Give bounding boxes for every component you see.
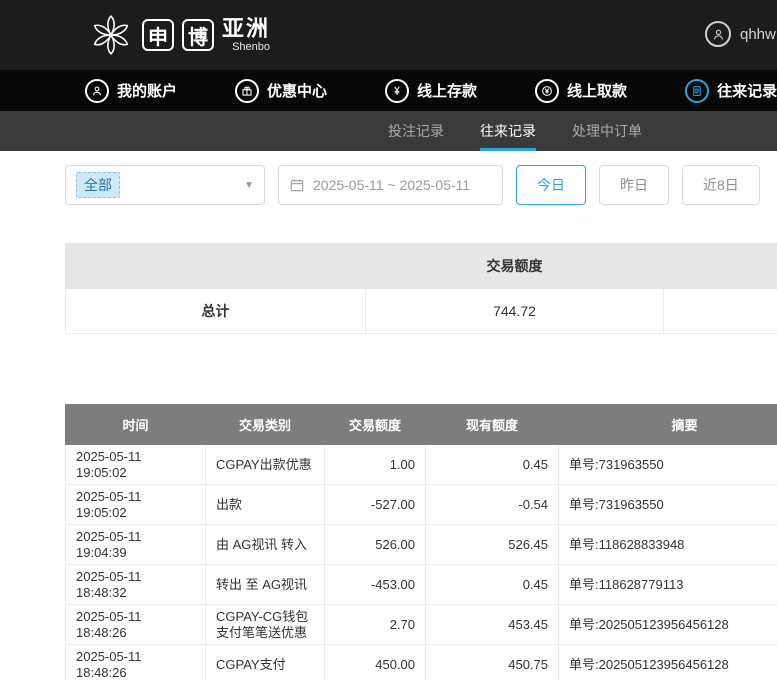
cell-memo: 单号:202505123956456128	[559, 645, 777, 680]
chevron-down-icon: ▼	[244, 180, 254, 191]
last-8-days-button[interactable]: 近8日	[682, 165, 760, 205]
filter-bar: 全部 ▼ 2025-05-11 ~ 2025-05-11 今日 昨日 近8日	[65, 165, 777, 205]
withdraw-coin-icon	[535, 79, 559, 103]
col-time: 时间	[66, 405, 206, 445]
calendar-icon	[289, 177, 305, 193]
cell-time: 2025-05-11 19:05:02	[66, 445, 206, 485]
tab-transaction-records[interactable]: 往来记录	[480, 111, 536, 151]
records-table: 时间 交易类别 交易额度 现有额度 摘要 2025-05-11 19:05:02…	[65, 404, 777, 680]
summary-header-amount: 交易额度	[366, 244, 664, 289]
deposit-coin-icon	[385, 79, 409, 103]
cell-type: CGPAY支付	[206, 645, 325, 680]
nav-label: 优惠中心	[267, 80, 327, 101]
date-range-value: 2025-05-11 ~ 2025-05-11	[313, 177, 470, 193]
brand-char-1: 申	[142, 19, 174, 51]
brand-logo[interactable]: 申 博 亚洲 Shenbo	[88, 12, 270, 58]
nav-label: 线上取款	[567, 80, 627, 101]
cell-amount: 450.00	[325, 645, 426, 680]
nav-label: 往来记录	[717, 80, 777, 101]
cell-amount: -527.00	[325, 485, 426, 525]
cell-amount: 2.70	[325, 605, 426, 645]
summary-header-spacer	[664, 244, 777, 289]
record-tabs: 投注记录 往来记录 处理中订单	[0, 111, 777, 151]
cell-type: 出款	[206, 485, 325, 525]
records-header-row: 时间 交易类别 交易额度 现有额度 摘要	[66, 405, 777, 445]
summary-total-label: 总计	[66, 289, 366, 334]
cell-time: 2025-05-11 19:04:39	[66, 525, 206, 565]
nav-item-online-deposit[interactable]: 线上存款	[385, 79, 477, 103]
cell-time: 2025-05-11 18:48:26	[66, 645, 206, 680]
cell-balance: -0.54	[426, 485, 559, 525]
cell-memo: 单号:118628833948	[559, 525, 777, 565]
type-filter-value: 全部	[76, 172, 120, 198]
cell-type: CGPAY-CG钱包支付笔笔送优惠	[206, 605, 325, 645]
table-row: 2025-05-11 19:04:39 由 AG视讯 转入 526.00 526…	[66, 525, 777, 565]
records-document-icon	[685, 79, 709, 103]
col-type: 交易类别	[206, 405, 325, 445]
nav-item-promo-center[interactable]: 优惠中心	[235, 79, 327, 103]
nav-item-my-account[interactable]: 我的账户	[85, 79, 177, 103]
cell-time: 2025-05-11 18:48:26	[66, 605, 206, 645]
summary-empty-cell	[664, 289, 777, 334]
cell-type: CGPAY出款优惠	[206, 445, 325, 485]
type-filter-dropdown[interactable]: 全部 ▼	[65, 165, 265, 205]
tab-processing-orders[interactable]: 处理中订单	[572, 111, 642, 151]
person-icon	[85, 79, 109, 103]
cell-memo: 单号:731963550	[559, 445, 777, 485]
tab-betting-records[interactable]: 投注记录	[388, 111, 444, 151]
brand-subtitle: Shenbo	[232, 42, 270, 53]
col-balance: 现有额度	[426, 405, 559, 445]
yesterday-button[interactable]: 昨日	[599, 165, 669, 205]
page: 申 博 亚洲 Shenbo qhhw 我的账户 优惠中心	[0, 0, 777, 680]
nav-label: 线上存款	[417, 80, 477, 101]
username-text: qhhw	[740, 26, 776, 43]
cell-time: 2025-05-11 19:05:02	[66, 485, 206, 525]
brand-region: 亚洲	[222, 18, 270, 40]
summary-header-row: 交易额度	[66, 244, 777, 289]
user-avatar-icon	[705, 21, 731, 47]
cell-amount: 526.00	[325, 525, 426, 565]
main-nav: 我的账户 优惠中心 线上存款 线上取款 往来记录	[0, 70, 777, 111]
table-row: 2025-05-11 18:48:26 CGPAY支付 450.00 450.7…	[66, 645, 777, 680]
cell-balance: 0.45	[426, 445, 559, 485]
today-button[interactable]: 今日	[516, 165, 586, 205]
cell-memo: 单号:202505123956456128	[559, 605, 777, 645]
cell-balance: 0.45	[426, 565, 559, 605]
cell-balance: 450.75	[426, 645, 559, 680]
summary-header-spacer	[66, 244, 366, 289]
summary-table: 交易额度 总计 744.72	[65, 243, 777, 334]
cell-type: 由 AG视讯 转入	[206, 525, 325, 565]
cell-amount: -453.00	[325, 565, 426, 605]
nav-label: 我的账户	[117, 80, 177, 101]
nav-item-transaction-records[interactable]: 往来记录	[685, 79, 777, 103]
table-row: 2025-05-11 18:48:26 CGPAY-CG钱包支付笔笔送优惠 2.…	[66, 605, 777, 645]
top-header: 申 博 亚洲 Shenbo qhhw	[0, 0, 777, 70]
cell-time: 2025-05-11 18:48:32	[66, 565, 206, 605]
col-amount: 交易额度	[325, 405, 426, 445]
gift-icon	[235, 79, 259, 103]
cell-amount: 1.00	[325, 445, 426, 485]
date-range-input[interactable]: 2025-05-11 ~ 2025-05-11	[278, 165, 503, 205]
cell-balance: 453.45	[426, 605, 559, 645]
table-row: 2025-05-11 19:05:02 CGPAY出款优惠 1.00 0.45 …	[66, 445, 777, 485]
cell-type: 转出 至 AG视讯	[206, 565, 325, 605]
cell-memo: 单号:118628779113	[559, 565, 777, 605]
user-account[interactable]: qhhw	[705, 21, 776, 47]
cell-balance: 526.45	[426, 525, 559, 565]
table-row: 2025-05-11 19:05:02 出款 -527.00 -0.54 单号:…	[66, 485, 777, 525]
table-row: 2025-05-11 18:48:32 转出 至 AG视讯 -453.00 0.…	[66, 565, 777, 605]
nav-item-online-withdraw[interactable]: 线上取款	[535, 79, 627, 103]
cell-memo: 单号:731963550	[559, 485, 777, 525]
summary-total-row: 总计 744.72	[66, 289, 777, 334]
brand-char-2: 博	[182, 19, 214, 51]
summary-total-value: 744.72	[366, 289, 664, 334]
col-memo: 摘要	[559, 405, 777, 445]
flower-logo-icon	[88, 12, 134, 58]
